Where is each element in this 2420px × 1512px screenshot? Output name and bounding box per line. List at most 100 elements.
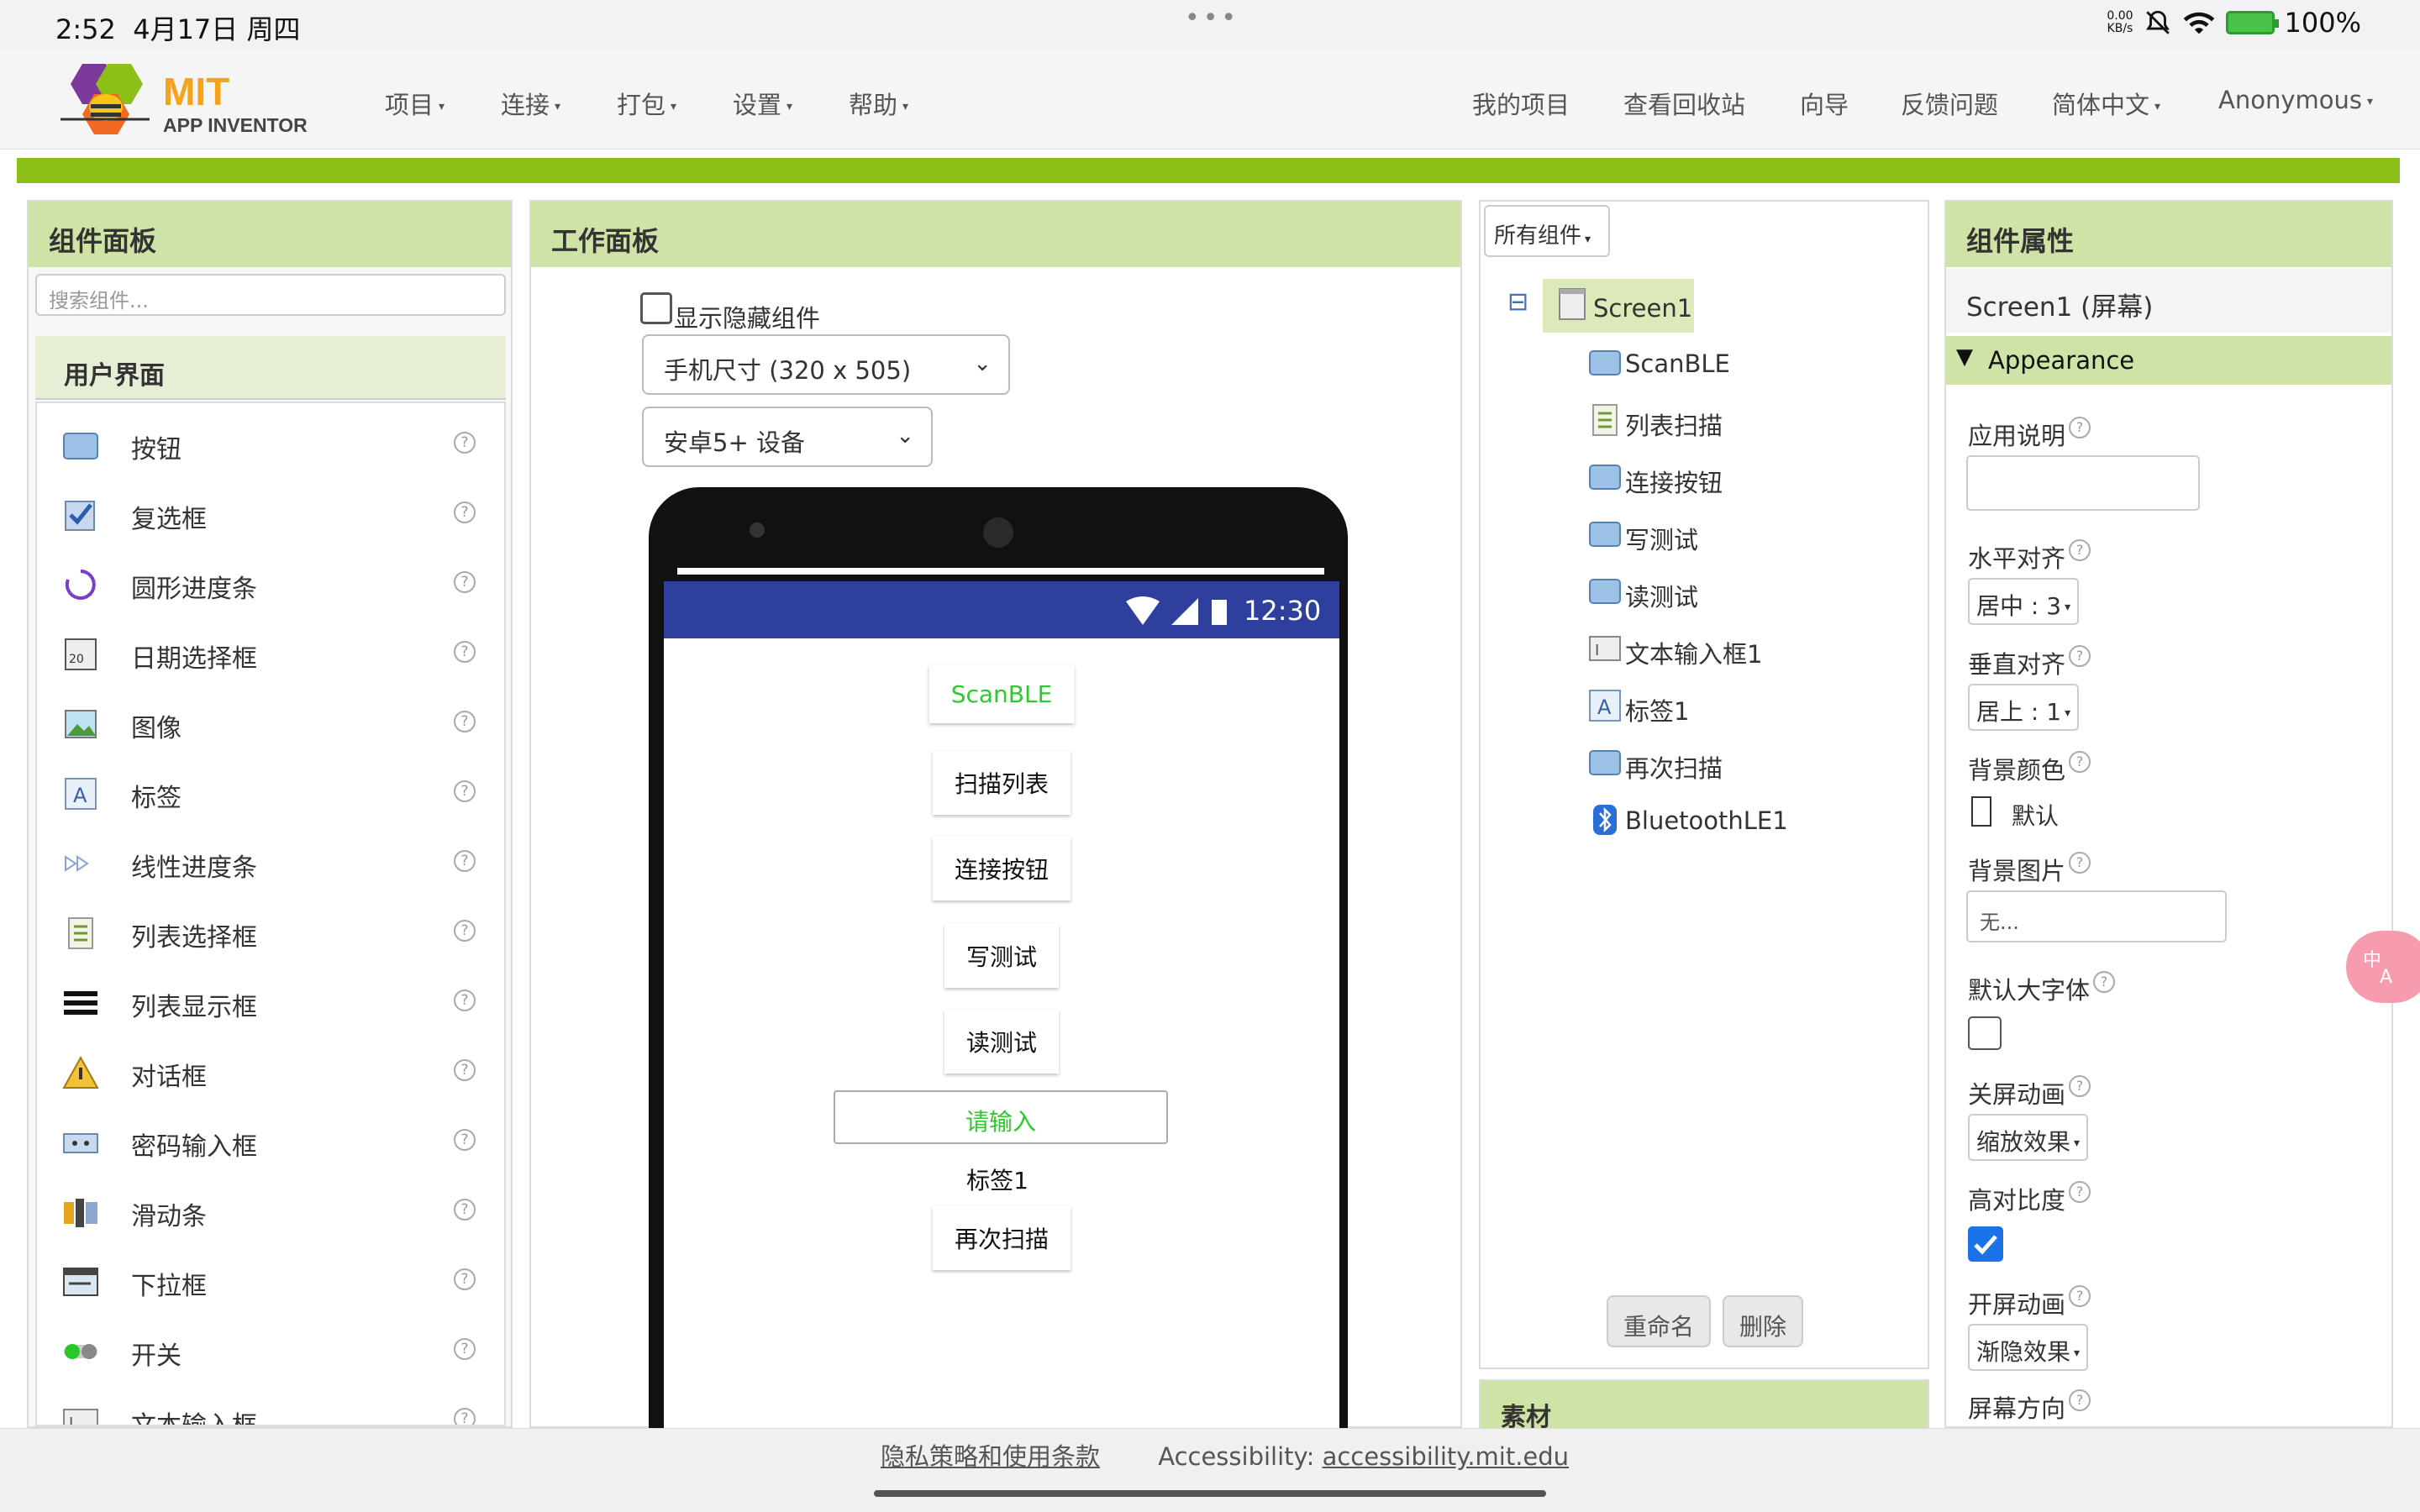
guide-link[interactable]: 向导 bbox=[1800, 86, 1849, 121]
palette-item-password[interactable]: 密码输入框? bbox=[37, 1117, 504, 1168]
tree-root-selected[interactable]: Screen1 bbox=[1543, 279, 1694, 333]
text-input-preview[interactable]: 请输入 bbox=[834, 1090, 1168, 1144]
password-icon bbox=[63, 1133, 98, 1153]
delete-button[interactable]: 删除 bbox=[1723, 1295, 1804, 1347]
menu-connect[interactable]: 连接 ▾ bbox=[501, 86, 560, 121]
rename-button[interactable]: 重命名 bbox=[1607, 1295, 1712, 1347]
help-icon[interactable]: ? bbox=[454, 1059, 476, 1081]
component-filter-dropdown[interactable]: 所有组件 ▾ bbox=[1484, 205, 1610, 257]
language-menu[interactable]: 简体中文 ▾ bbox=[2052, 86, 2160, 121]
privacy-link[interactable]: 隐私策略和使用条款 bbox=[881, 1442, 1100, 1471]
write-test-button[interactable]: 写测试 bbox=[944, 924, 1060, 988]
help-icon[interactable]: ? bbox=[2069, 852, 2091, 874]
menu-settings[interactable]: 设置 ▾ bbox=[733, 86, 792, 121]
help-icon[interactable]: ? bbox=[454, 920, 476, 942]
bg-color-swatch[interactable] bbox=[1971, 796, 1991, 827]
help-icon[interactable]: ? bbox=[2069, 539, 2091, 561]
connect-button[interactable]: 连接按钮 bbox=[932, 837, 1071, 900]
help-icon[interactable]: ? bbox=[454, 1199, 476, 1221]
palette-item-notifier[interactable]: 对话框? bbox=[37, 1047, 504, 1098]
palette-item-switch[interactable]: 开关? bbox=[37, 1326, 504, 1377]
home-indicator[interactable] bbox=[874, 1490, 1546, 1497]
user-menu[interactable]: Anonymous ▾ bbox=[2218, 86, 2373, 114]
help-icon[interactable]: ? bbox=[454, 501, 476, 523]
chevron-down-icon: ⌄ bbox=[896, 423, 914, 449]
help-icon[interactable]: ? bbox=[454, 990, 476, 1011]
palette-item-list-picker[interactable]: 列表选择框? bbox=[37, 908, 504, 958]
prop-app-desc-label: 应用说明? bbox=[1968, 417, 2091, 452]
appearance-section[interactable]: ▼ Appearance bbox=[1946, 336, 2391, 385]
category-user-interface[interactable]: 用户界面 bbox=[35, 336, 506, 400]
show-hidden-checkbox[interactable] bbox=[640, 292, 672, 324]
mute-bell-icon bbox=[2145, 10, 2170, 34]
help-icon[interactable]: ? bbox=[2069, 417, 2091, 438]
scanble-button[interactable]: ScanBLE bbox=[929, 665, 1075, 723]
help-icon[interactable]: ? bbox=[2069, 1389, 2091, 1411]
palette-item-list-view[interactable]: 列表显示框? bbox=[37, 978, 504, 1028]
read-test-button[interactable]: 读测试 bbox=[944, 1010, 1060, 1074]
palette-item-label[interactable]: A 标签? bbox=[37, 769, 504, 819]
palette-item-linear-progress[interactable]: 线性进度条? bbox=[37, 838, 504, 889]
h-align-dropdown[interactable]: 居中 : 3 ▾ bbox=[1968, 578, 2080, 625]
menu-build[interactable]: 打包 ▾ bbox=[617, 86, 676, 121]
translate-float-button[interactable]: 中A bbox=[2346, 931, 2420, 1003]
label-icon: A bbox=[65, 778, 97, 810]
help-icon[interactable]: ? bbox=[2069, 1181, 2091, 1203]
component-search-input[interactable]: 搜索组件... bbox=[35, 274, 506, 316]
help-icon[interactable]: ? bbox=[454, 711, 476, 732]
svg-text:A: A bbox=[73, 784, 87, 807]
notifier-icon bbox=[62, 1055, 99, 1089]
help-icon[interactable]: ? bbox=[454, 1408, 476, 1425]
palette-item-slider[interactable]: 滑动条? bbox=[37, 1187, 504, 1237]
phone-size-select[interactable]: 手机尺寸 (320 x 505) ⌄ bbox=[642, 334, 1010, 395]
help-icon[interactable]: ? bbox=[454, 1129, 476, 1151]
app-desc-textarea[interactable] bbox=[1966, 455, 2200, 511]
app-inventor-logo[interactable]: MIT APP INVENTOR bbox=[57, 59, 326, 143]
component-list[interactable]: 按钮? 复选框? 圆形进度条? 20 日期选择框? 图像? A 标签? 线性进度条?… bbox=[35, 402, 506, 1426]
feedback-link[interactable]: 反馈问题 bbox=[1901, 86, 1998, 121]
help-icon[interactable]: ? bbox=[2069, 751, 2091, 773]
high-contrast-checkbox[interactable] bbox=[1968, 1226, 2003, 1262]
help-icon[interactable]: ? bbox=[454, 1268, 476, 1290]
palette-item-image[interactable]: 图像? bbox=[37, 699, 504, 749]
help-icon[interactable]: ? bbox=[454, 571, 476, 593]
rescan-button[interactable]: 再次扫描 bbox=[932, 1206, 1071, 1270]
my-projects-link[interactable]: 我的项目 bbox=[1472, 86, 1570, 121]
palette-item-checkbox[interactable]: 复选框? bbox=[37, 490, 504, 540]
palette-item-spinner[interactable]: 下拉框? bbox=[37, 1257, 504, 1307]
big-font-checkbox[interactable] bbox=[1968, 1016, 2002, 1050]
collapse-icon[interactable]: ⊟ bbox=[1507, 287, 1528, 317]
palette-item-date-picker[interactable]: 20 日期选择框? bbox=[37, 629, 504, 680]
v-align-dropdown[interactable]: 居上 : 1 ▾ bbox=[1968, 684, 2080, 731]
menu-help[interactable]: 帮助 ▾ bbox=[849, 86, 908, 121]
accessibility-link[interactable]: accessibility.mit.edu bbox=[1323, 1442, 1570, 1471]
help-icon[interactable]: ? bbox=[454, 641, 476, 663]
linear-progress-icon bbox=[65, 855, 89, 872]
help-icon[interactable]: ? bbox=[2069, 1285, 2091, 1307]
help-icon[interactable]: ? bbox=[454, 850, 476, 872]
logo-hex-icon bbox=[60, 64, 150, 134]
open-anim-dropdown[interactable]: 渐隐效果 ▾ bbox=[1968, 1324, 2089, 1371]
help-icon[interactable]: ? bbox=[454, 432, 476, 454]
menu-project[interactable]: 项目 ▾ bbox=[385, 86, 445, 121]
phone-divider bbox=[677, 568, 1324, 575]
close-anim-dropdown[interactable]: 缩放效果 ▾ bbox=[1968, 1114, 2089, 1161]
help-icon[interactable]: ? bbox=[2069, 1075, 2091, 1097]
accessibility-label: Accessibility: bbox=[1158, 1442, 1315, 1471]
palette-item-circular-progress[interactable]: 圆形进度条? bbox=[37, 559, 504, 610]
trash-link[interactable]: 查看回收站 bbox=[1623, 86, 1745, 121]
device-status-bar: 2:52 4月17日 周四 ••• 0.00 KB/s 100% bbox=[0, 0, 2420, 50]
bg-image-picker[interactable]: 无... bbox=[1966, 890, 2227, 942]
more-dots-icon[interactable]: ••• bbox=[1185, 3, 1239, 33]
palette-item-textbox[interactable]: I 文本输入框? bbox=[37, 1396, 504, 1425]
device-select[interactable]: 安卓5+ 设备 ⌄ bbox=[642, 407, 933, 467]
help-icon[interactable]: ? bbox=[454, 1338, 476, 1360]
phone-sensor bbox=[750, 522, 765, 538]
bg-color-value[interactable]: 默认 bbox=[2012, 798, 2059, 832]
page-footer: 隐私策略和使用条款 Accessibility: accessibility.m… bbox=[0, 1428, 2420, 1512]
help-icon[interactable]: ? bbox=[2069, 645, 2091, 667]
scan-list-button[interactable]: 扫描列表 bbox=[932, 751, 1071, 815]
palette-item-button[interactable]: 按钮? bbox=[37, 420, 504, 470]
help-icon[interactable]: ? bbox=[454, 780, 476, 802]
help-icon[interactable]: ? bbox=[2093, 971, 2116, 993]
